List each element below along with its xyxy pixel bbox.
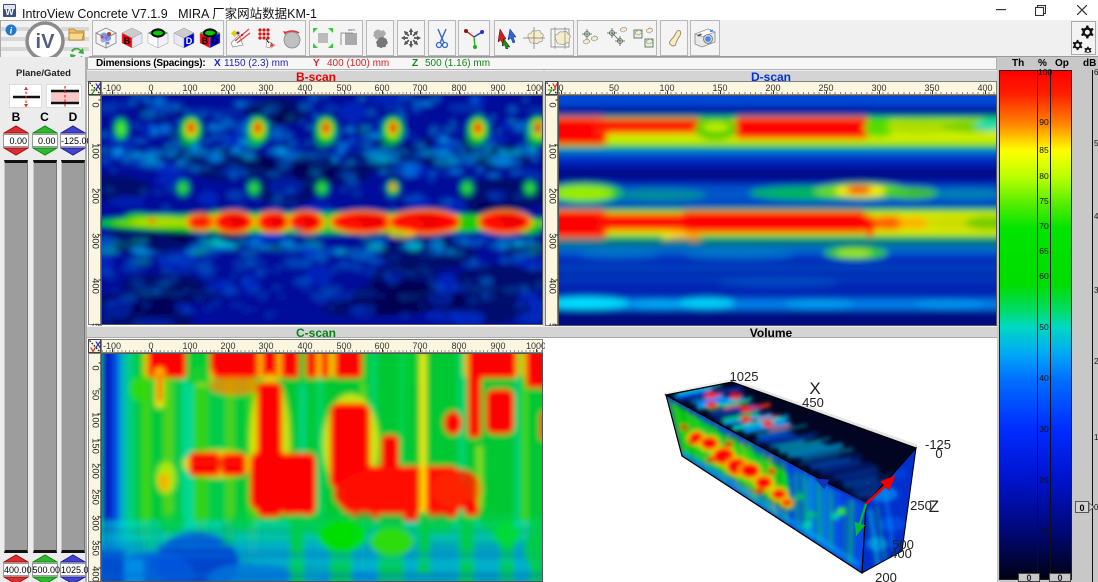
svg-text:B: B [202, 36, 209, 46]
svg-text:D: D [186, 36, 193, 46]
svg-text:200: 200 [875, 570, 897, 582]
svg-text:Z: Z [90, 88, 96, 95]
svg-text:mm: mm [348, 27, 355, 32]
svg-text:400: 400 [890, 546, 912, 561]
svg-text:iV: iV [36, 31, 56, 53]
svg-text:W: W [5, 7, 14, 17]
svg-text:50: 50 [90, 390, 101, 401]
svg-text:D: D [212, 36, 219, 46]
svg-text:0: 0 [90, 365, 101, 370]
svg-text:Y: Y [90, 346, 96, 353]
svg-text:1025: 1025 [730, 369, 759, 384]
svg-text:0: 0 [935, 446, 942, 461]
svg-text:B: B [124, 36, 131, 46]
svg-text:450: 450 [802, 395, 824, 410]
svg-text:0: 0 [547, 102, 558, 107]
svg-text:Z: Z [547, 88, 553, 95]
svg-text:Z: Z [929, 497, 939, 516]
svg-text:0: 0 [90, 102, 101, 107]
